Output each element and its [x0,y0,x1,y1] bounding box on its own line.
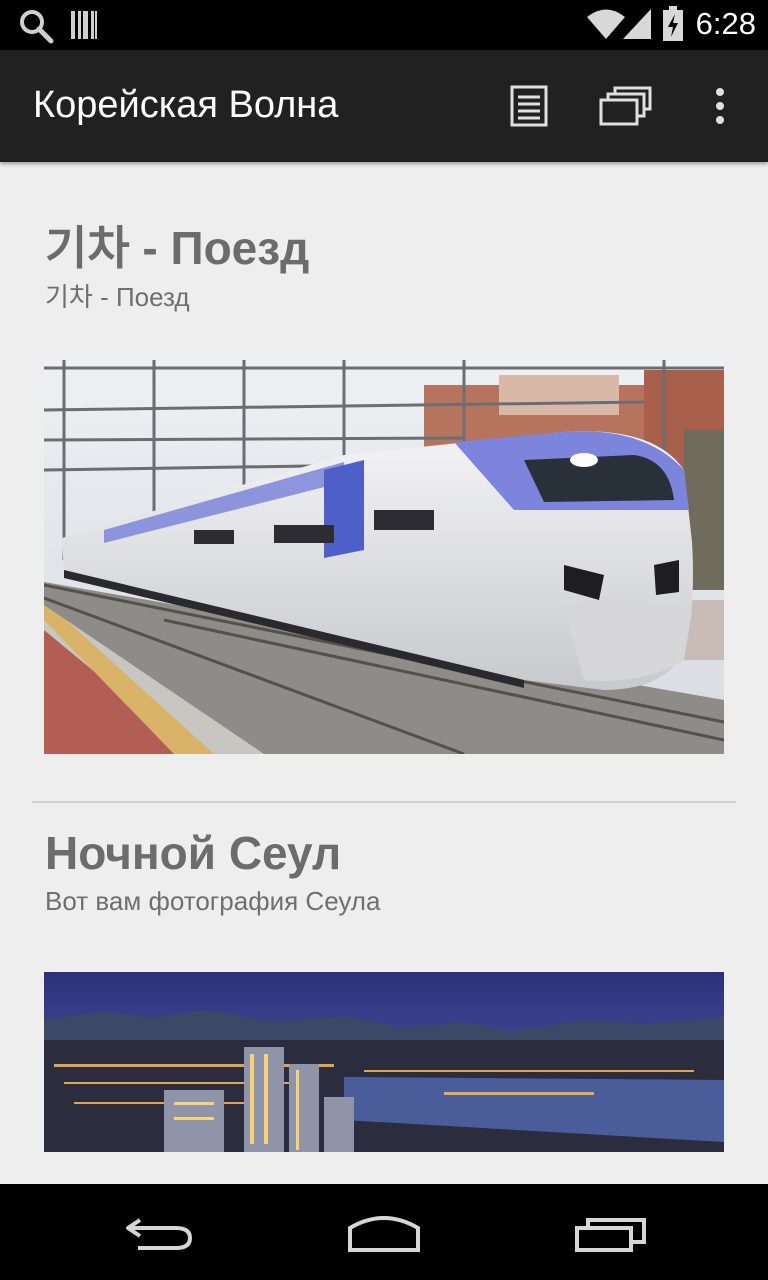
action-bar: Корейская Волна [0,50,768,162]
battery-icon [663,6,683,41]
wifi-icon [587,9,625,39]
recent-apps-icon[interactable] [574,1214,648,1254]
home-icon[interactable] [346,1212,422,1254]
card-subtitle: 기차 - Поезд [45,282,190,312]
seoul-night-photo[interactable] [44,972,724,1152]
navigation-bar [0,1184,768,1280]
status-time: 6:28 [695,6,756,41]
card-subtitle: Вот вам фотография Сеула [45,886,381,916]
train-photo[interactable] [44,360,724,754]
card-title: 기차 - Поезд [45,222,310,274]
barcode-icon [71,11,97,39]
card-list[interactable]: 기차 - Поезд 기차 - Поезд Ночной Сеул Вот ва… [0,162,768,1184]
card-divider [32,801,736,803]
app-title: Корейская Волна [33,84,339,126]
search-icon [20,10,54,44]
status-bar: 6:28 [0,0,768,50]
signal-icon [623,9,651,39]
gallery-view-icon[interactable] [598,84,652,128]
card-title: Ночной Сеул [45,827,342,879]
back-icon[interactable] [124,1214,196,1254]
list-view-icon[interactable] [508,84,550,128]
overflow-menu-icon[interactable] [708,86,732,126]
